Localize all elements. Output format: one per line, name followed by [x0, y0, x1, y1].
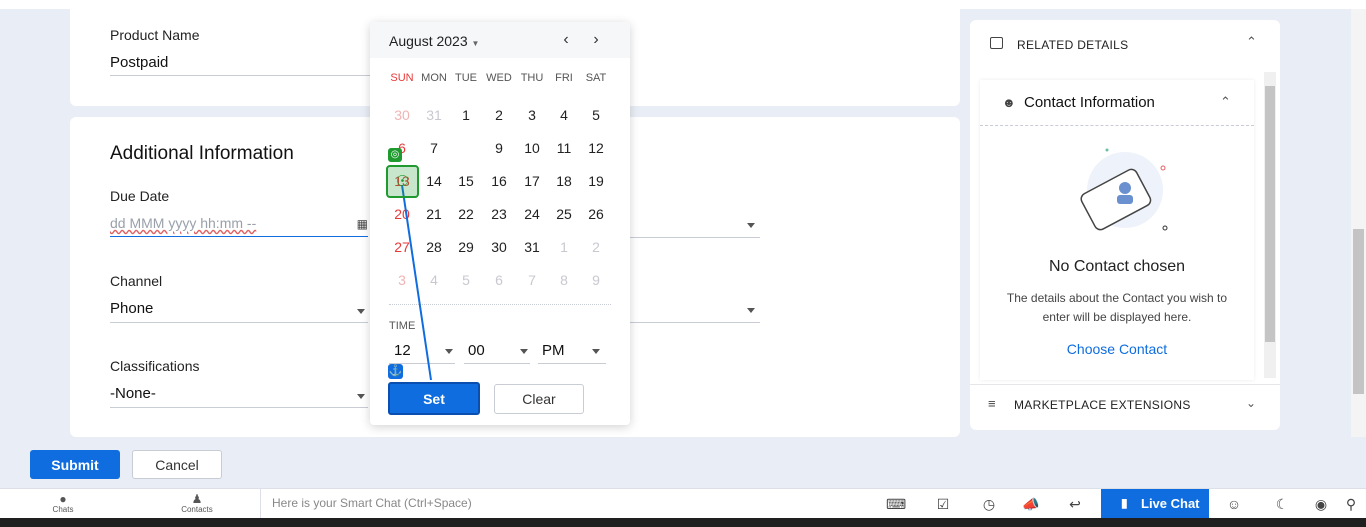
notebook-illustration-icon: [1080, 148, 1168, 231]
contact-chevron-up-icon[interactable]: ⌃: [1220, 94, 1231, 110]
live-chat-button[interactable]: ▮ Live Chat: [1101, 489, 1209, 518]
megaphone-icon[interactable]: 📣: [1022, 496, 1040, 512]
drag-handle-icon[interactable]: ☉: [386, 165, 419, 198]
choose-contact-link[interactable]: Choose Contact: [980, 341, 1254, 357]
contact-info-title: Contact Information: [1024, 94, 1155, 111]
scrollbar-thumb[interactable]: [1265, 86, 1275, 342]
related-details-panel: RELATED DETAILS ⌃ ☻ Contact Information …: [970, 20, 1280, 430]
contact-description: The details about the Contact you wish t…: [1006, 291, 1228, 324]
os-taskbar: [0, 518, 1366, 527]
contacts-label: Contacts: [181, 505, 213, 514]
chat-icon: ▮: [1121, 496, 1128, 510]
search-icon[interactable]: ⚲: [1342, 496, 1360, 512]
related-details-header[interactable]: RELATED DETAILS ⌃: [970, 20, 1280, 70]
anchor-icon: ⚓: [388, 364, 403, 379]
related-scrollbar[interactable]: [1264, 72, 1276, 378]
bottom-bar: ● Chats ♟ Contacts Here is your Smart Ch…: [0, 488, 1366, 519]
accessibility-icon[interactable]: ☺: [1225, 496, 1243, 512]
contact-divider: [980, 125, 1254, 126]
bar-divider: [260, 489, 261, 519]
user-icon: ☻: [1002, 95, 1016, 110]
contact-card: ☻ Contact Information ⌃ No Contact chose…: [980, 80, 1254, 380]
related-details-title: RELATED DETAILS: [1017, 38, 1129, 52]
contacts-icon: ♟: [191, 492, 203, 506]
smart-chat-input[interactable]: Here is your Smart Chat (Ctrl+Space): [272, 496, 472, 510]
no-contact-text: No Contact chosen: [1048, 258, 1186, 275]
page-scrollbar[interactable]: [1351, 9, 1366, 437]
chats-label: Chats: [52, 505, 74, 514]
contacts-button[interactable]: ♟ Contacts: [175, 493, 219, 517]
chats-button[interactable]: ● Chats: [45, 493, 81, 517]
checklist-icon[interactable]: ☑: [934, 496, 952, 512]
marketplace-title: MARKETPLACE EXTENSIONS: [1014, 398, 1191, 412]
notification-icon[interactable]: ◉: [1312, 496, 1330, 512]
clock-icon[interactable]: ◷: [980, 496, 998, 512]
layers-icon: ≡: [988, 396, 996, 411]
marketplace-header[interactable]: ≡ MARKETPLACE EXTENSIONS ⌄: [970, 384, 1280, 424]
chevron-up-icon[interactable]: ⌃: [1246, 34, 1257, 50]
live-chat-label: Live Chat: [1141, 496, 1200, 511]
moon-icon[interactable]: ☾: [1273, 496, 1291, 512]
drag-path-line: [401, 184, 432, 381]
chevron-down-icon[interactable]: ⌄: [1246, 396, 1256, 410]
chat-bubble-icon: ●: [59, 492, 67, 506]
import-icon[interactable]: ↩: [1066, 496, 1084, 512]
keyboard-icon[interactable]: ⌨: [886, 496, 906, 512]
target-marker-icon: ◎: [388, 148, 402, 162]
page-scrollbar-thumb[interactable]: [1353, 229, 1364, 394]
related-details-icon: [990, 37, 1003, 49]
